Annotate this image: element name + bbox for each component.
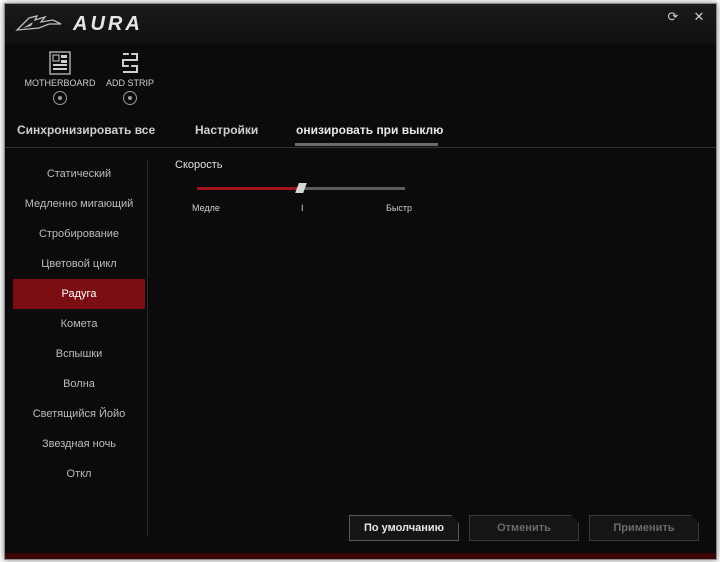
device-motherboard[interactable]: MOTHERBOARD [20, 50, 100, 105]
speed-slider-thumb[interactable] [295, 183, 307, 193]
sidebar-item-breathing[interactable]: Медленно мигающий [13, 189, 145, 219]
device-bar: MOTHERBOARD ADD STRIP [5, 44, 716, 116]
speed-min-label: Медле [192, 203, 220, 213]
cancel-button[interactable]: Отменить [469, 515, 579, 541]
device-settings-icon[interactable] [53, 91, 67, 105]
device-label: ADD STRIP [105, 78, 154, 88]
sidebar-divider [147, 159, 148, 537]
default-button[interactable]: По умолчанию [349, 515, 459, 541]
tab-sync-all[interactable]: Синхронизировать все [17, 123, 155, 137]
led-strip-icon [90, 50, 170, 76]
app-title: AURA [73, 13, 143, 35]
speed-slider-fill [197, 187, 301, 190]
sidebar-item-off[interactable]: Откл [13, 459, 145, 489]
device-settings-icon[interactable] [123, 91, 137, 105]
effects-sidebar: Статический Медленно мигающий Стробирова… [13, 159, 145, 489]
sidebar-item-comet[interactable]: Комета [13, 309, 145, 339]
sidebar-item-static[interactable]: Статический [13, 159, 145, 189]
sidebar-item-flash[interactable]: Вспышки [13, 339, 145, 369]
sidebar-item-wave[interactable]: Волна [13, 369, 145, 399]
title-bar: AURA ⟳ ✕ [5, 4, 716, 44]
close-icon[interactable]: ✕ [691, 9, 707, 25]
sidebar-item-starry-night[interactable]: Звездная ночь [13, 429, 145, 459]
apply-button[interactable]: Применить [589, 515, 699, 541]
tab-bar: Синхронизировать все Настройки онизирова… [5, 117, 716, 148]
sidebar-item-color-cycle[interactable]: Цветовой цикл [13, 249, 145, 279]
speed-mid-tick: I [301, 203, 304, 213]
tab-sync-on-shutdown[interactable]: онизировать при выклю [296, 123, 443, 137]
active-tab-indicator [295, 143, 438, 146]
speed-label: Скорость [175, 159, 223, 171]
motherboard-icon [20, 50, 100, 76]
refresh-icon[interactable]: ⟳ [665, 9, 681, 25]
sidebar-item-glowing-yoyo[interactable]: Светящийся Йойо [13, 399, 145, 429]
bottom-accent-bar [5, 553, 716, 559]
speed-slider[interactable] [197, 183, 405, 193]
speed-max-label: Быстр [386, 203, 413, 213]
aura-window: AURA ⟳ ✕ MOTHERBOARD ADD STRIP Синхрониз… [4, 3, 717, 560]
sidebar-item-strobing[interactable]: Стробирование [13, 219, 145, 249]
sidebar-item-rainbow[interactable]: Радуга [13, 279, 145, 309]
tab-settings[interactable]: Настройки [195, 123, 258, 137]
device-add-strip[interactable]: ADD STRIP [90, 50, 170, 105]
rog-logo-icon [15, 12, 67, 39]
device-label: MOTHERBOARD [24, 78, 96, 88]
